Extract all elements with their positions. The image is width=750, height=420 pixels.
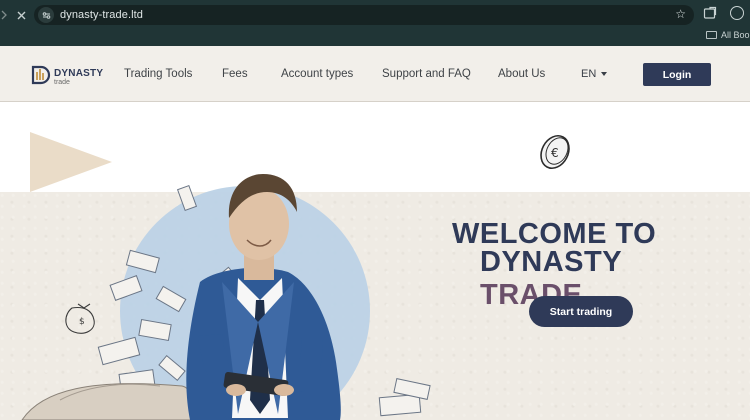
svg-text:$: $ xyxy=(79,317,85,327)
logo-title: DYNASTY xyxy=(54,68,104,79)
extension-icon[interactable] xyxy=(703,6,717,20)
svg-text:€: € xyxy=(551,146,559,160)
coin-icon: € xyxy=(540,134,570,170)
nav-support-faq[interactable]: Support and FAQ xyxy=(382,68,471,80)
businessman-illustration: $ xyxy=(21,174,431,420)
browser-chrome: dynasty-trade.ltd ☆ All Bookm xyxy=(0,0,750,46)
star-icon[interactable]: ☆ xyxy=(675,7,686,21)
profile-icon[interactable] xyxy=(730,6,744,20)
website: DYNASTY trade Trading Tools Fees Account… xyxy=(0,46,750,420)
nav-account-types[interactable]: Account types xyxy=(281,68,353,80)
folder-icon xyxy=(706,31,717,39)
login-button[interactable]: Login xyxy=(643,63,711,86)
browser-toolbar: dynasty-trade.ltd ☆ xyxy=(0,0,750,28)
caret-down-icon xyxy=(601,72,608,76)
address-bar[interactable]: dynasty-trade.ltd ☆ xyxy=(34,5,694,25)
nav-fees[interactable]: Fees xyxy=(222,68,248,80)
url-text[interactable]: dynasty-trade.ltd xyxy=(60,9,143,21)
chevron-right-icon[interactable] xyxy=(0,6,8,24)
logo[interactable]: DYNASTY trade xyxy=(30,62,103,88)
close-icon[interactable] xyxy=(14,6,28,24)
hero-title-dynasty: DYNASTY xyxy=(480,246,622,278)
bookmarks-folder-label[interactable]: All Bookm xyxy=(721,30,750,40)
nav-about-us[interactable]: About Us xyxy=(498,68,545,80)
bookmarks-bar: All Bookm xyxy=(0,28,750,44)
language-selector[interactable]: EN xyxy=(581,68,608,80)
nav-trading-tools[interactable]: Trading Tools xyxy=(124,68,192,80)
language-label: EN xyxy=(581,68,597,80)
logo-subtitle: trade xyxy=(54,79,70,86)
logo-mark-icon xyxy=(31,65,51,85)
site-info-icon[interactable] xyxy=(38,7,54,23)
site-header: DYNASTY trade Trading Tools Fees Account… xyxy=(0,46,750,102)
start-trading-button[interactable]: Start trading xyxy=(529,296,633,327)
